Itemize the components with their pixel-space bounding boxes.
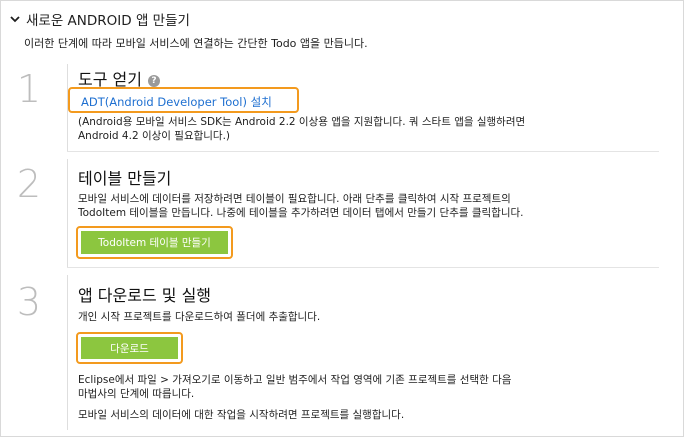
question-icon[interactable]: ?: [147, 75, 160, 87]
step-2-description-line-1: 모바일 서비스에 데이터를 저장하려면 테이블이 필요합니다. 아래 단추를 클…: [78, 193, 511, 205]
download-button[interactable]: 다운로드: [81, 337, 178, 359]
step-3-title: 앱 다운로드 및 실행: [78, 286, 212, 305]
section-title: 새로운 ANDROID 앱 만들기: [26, 13, 190, 29]
separator: [67, 151, 659, 152]
step-1-description-line-1: (Android용 모바일 서비스 SDK는 Android 2.2 이상용 앱…: [78, 116, 526, 128]
chevron-down-icon[interactable]: [8, 12, 22, 26]
step-3-instructions-line-1: Eclipse에서 파일 > 가져오기로 이동하고 일반 범주에서 작업 영역에…: [78, 374, 512, 386]
step-2-number: 2: [16, 162, 42, 206]
step-2-description-line-2: TodoItem 테이블을 만듭니다. 나중에 테이블을 추가하려면 데이터 탭…: [78, 207, 524, 219]
step-1-description-line-2: Android 4.2 이상이 필요합니다.): [78, 130, 231, 142]
step-2-divider: [67, 159, 68, 267]
step-3-instructions-line-2: 마법사의 단계에 따릅니다.: [78, 388, 195, 400]
step-2-title: 테이블 만들기: [78, 169, 172, 188]
section-header[interactable]: 새로운 ANDROID 앱 만들기: [8, 10, 190, 29]
create-todoitem-table-button[interactable]: TodoItem 테이블 만들기: [81, 231, 228, 254]
step-3-final-note: 모바일 서비스의 데이터에 대한 작업을 시작하려면 프로젝트를 실행합니다.: [78, 409, 405, 421]
step-3-divider: [67, 275, 68, 430]
step-3-description: 개인 시작 프로젝트를 다운로드하여 폴더에 추출합니다.: [78, 311, 321, 323]
step-1-number: 1: [16, 67, 42, 111]
separator: [67, 267, 659, 268]
adt-install-link[interactable]: ADT(Android Developer Tool) 설치: [81, 94, 272, 110]
step-3-number: 3: [16, 280, 42, 324]
intro-text: 이러한 단계에 따라 모바일 서비스에 연결하는 간단한 Todo 앱을 만듭니…: [24, 37, 368, 50]
